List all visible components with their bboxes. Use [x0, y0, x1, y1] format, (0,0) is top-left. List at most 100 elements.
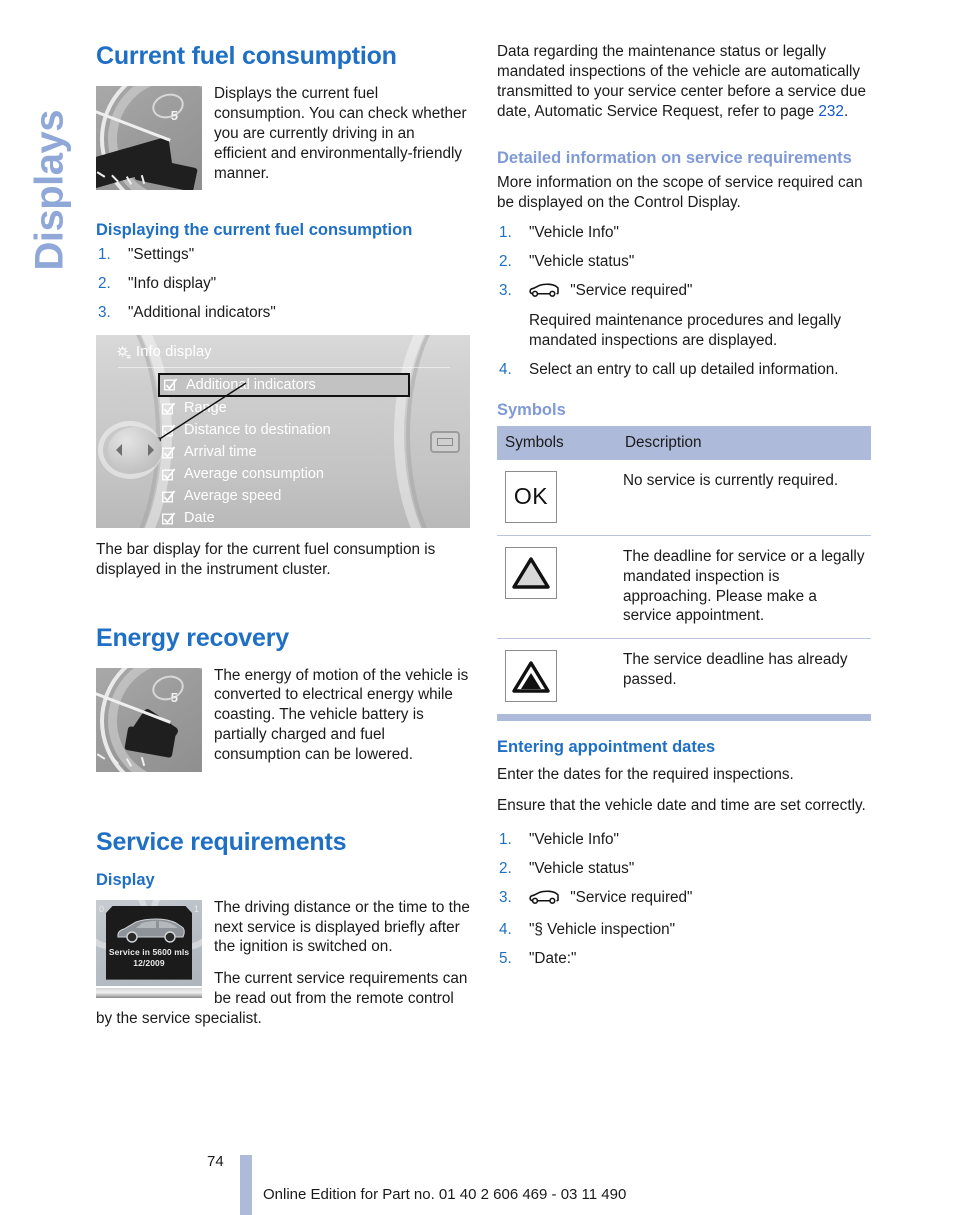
step-text: "Service required" — [570, 888, 693, 906]
list-item: 2. "Vehicle status" — [497, 859, 871, 879]
table-row: The deadline for service or a legally ma… — [497, 534, 871, 639]
footer-edition-text: Online Edition for Part no. 01 40 2 606 … — [263, 1186, 627, 1203]
step-text: "Info display" — [128, 275, 217, 292]
list-item: 3. "Service required" — [497, 888, 871, 911]
subheading-symbols: Symbols — [497, 400, 566, 419]
bar-display-text: The bar display for the current fuel con… — [96, 540, 436, 578]
page-title-current-fuel-consumption: Current fuel consumption — [96, 42, 397, 70]
column-header-description: Description — [617, 425, 871, 460]
step-text: "Additional indicators" — [128, 303, 276, 321]
symbol-cell — [497, 534, 617, 639]
symbols-table: Symbols Description OK No service is cur… — [497, 425, 871, 715]
step-text: "Vehicle status" — [529, 860, 635, 877]
maintenance-data-paragraph: Data regarding the maintenance status or… — [497, 42, 871, 122]
footer-accent-bar — [240, 1155, 252, 1215]
left-column: Current fuel consumption 5 Displays the … — [96, 42, 470, 1039]
right-column: Data regarding the maintenance status or… — [497, 42, 871, 981]
energy-recovery-figure-row: 5 The energy of motion of the vehicle is… — [96, 666, 470, 776]
gauge-tick-label: 5 — [170, 108, 178, 123]
subheading-displaying-current-fuel: Displaying the current fuel consumption — [96, 221, 413, 239]
step-text: Select an entry to call up detailed info… — [529, 360, 839, 378]
entering-dates-text-2: Ensure that the vehicle date and time ar… — [497, 797, 866, 815]
step-number: 2. — [499, 253, 512, 271]
list-item: 3. "Service required" Required maintenan… — [497, 281, 871, 351]
left-right-arrows-icon — [116, 443, 154, 456]
step-number: 1. — [98, 246, 111, 264]
table-row: OK No service is currently required. — [497, 460, 871, 536]
ok-symbol: OK — [505, 470, 557, 523]
step-text: "Settings" — [128, 246, 195, 264]
detailed-steps-list: 1. "Vehicle Info" 2. "Vehicle status" 3. "… — [497, 223, 871, 379]
list-item: 1. "Settings" — [96, 245, 470, 265]
service-date-text: 12/2009 — [133, 957, 165, 968]
cluster-left-digit: 0 — [99, 903, 105, 914]
step-number: 4. — [499, 360, 512, 378]
table-row: The service deadline has already passed. — [497, 638, 871, 715]
step-number: 1. — [499, 831, 512, 849]
step-text: "Date:" — [529, 949, 577, 967]
list-item: 1. "Vehicle Info" — [497, 830, 871, 850]
description-cell: The service deadline has already passed. — [617, 638, 871, 715]
warning-triangle-outline-symbol — [505, 546, 557, 599]
step-text: "§ Vehicle inspection" — [529, 920, 676, 938]
step-number: 5. — [499, 949, 512, 967]
maintenance-data-text-b: . — [843, 102, 849, 120]
current-fuel-figure-row: 5 Displays the current fuel consumption.… — [96, 84, 470, 194]
cluster-right-digit: 1 — [193, 903, 199, 914]
symbol-cell — [497, 638, 617, 715]
car-icon — [529, 890, 560, 911]
step-note: Required maintenance procedures and lega… — [529, 312, 842, 349]
step-number: 3. — [98, 303, 111, 321]
page-reference-link[interactable]: 232 — [818, 103, 844, 120]
table-header-row: Symbols Description — [497, 425, 871, 460]
displaying-fuel-steps-list: 1. "Settings" 2. "Info display" 3. "Additio… — [96, 245, 470, 323]
subheading-display: Display — [96, 870, 155, 889]
list-item: 1. "Vehicle Info" — [497, 223, 871, 243]
symbol-cell: OK — [497, 460, 617, 536]
list-item: 2. "Vehicle status" — [497, 252, 871, 272]
energy-recovery-gauge-image: 5 — [96, 667, 202, 772]
service-distance-text: Service in 5600 mls — [108, 946, 190, 957]
chapter-side-tab: Displays — [0, 0, 90, 320]
list-item: 4. Select an entry to call up detailed in… — [497, 360, 871, 380]
step-text: "Service required" — [570, 282, 693, 300]
service-cluster-display-image: 0 1 Service in 5600 mls 12/2009 — [96, 899, 202, 998]
display-side-button[interactable] — [430, 430, 460, 453]
step-number: 3. — [499, 888, 512, 906]
chapter-side-tab-label: Displays — [27, 109, 72, 271]
step-text: "Vehicle Info" — [529, 831, 619, 849]
description-cell: The deadline for service or a legally ma… — [617, 534, 871, 639]
control-display-screenshot: Info display Additional indicators Range… — [96, 334, 470, 528]
step-number: 4. — [499, 920, 512, 938]
list-item: 3. "Additional indicators" — [96, 303, 470, 323]
maintenance-data-text-a: Data regarding the maintenance status or… — [497, 43, 867, 120]
page-title-service-requirements: Service requirements — [96, 827, 347, 856]
list-item: 2. "Info display" — [96, 274, 470, 294]
step-number: 3. — [499, 282, 512, 300]
list-item: 4. "§ Vehicle inspection" — [497, 920, 871, 940]
cluster-separator-bar — [96, 987, 202, 998]
step-number: 2. — [499, 860, 512, 877]
step-text: "Vehicle Info" — [529, 224, 619, 242]
sedan-illustration-icon — [117, 918, 185, 943]
step-number: 2. — [98, 275, 111, 292]
description-cell: No service is currently required. — [623, 471, 839, 489]
service-display-figure-row: 0 1 Service in 5600 mls 12/2009 The driv… — [96, 898, 470, 1029]
gauge-tick-label: 5 — [170, 689, 178, 705]
page-title-energy-recovery: Energy recovery — [96, 623, 289, 652]
entering-dates-steps-list: 1. "Vehicle Info" 2. "Vehicle status" 3. "… — [497, 830, 871, 968]
entering-dates-text-1: Enter the dates for the required inspect… — [497, 766, 794, 784]
fuel-consumption-gauge-image: 5 — [96, 86, 202, 190]
step-text: "Vehicle status" — [529, 253, 635, 271]
detailed-information-text: More information on the scope of service… — [497, 173, 863, 211]
car-icon — [529, 283, 560, 304]
step-number: 1. — [499, 224, 512, 242]
subheading-detailed-information: Detailed information on service requirem… — [497, 148, 852, 167]
warning-triangle-filled-symbol — [505, 650, 557, 703]
symbols-table-bottom-band — [497, 714, 871, 722]
list-item: 5. "Date:" — [497, 949, 871, 969]
column-header-symbols: Symbols — [497, 425, 617, 460]
subheading-entering-appointment-dates: Entering appointment dates — [497, 738, 716, 757]
controller-knob[interactable] — [98, 420, 162, 479]
page-number: 74 — [207, 1153, 224, 1170]
